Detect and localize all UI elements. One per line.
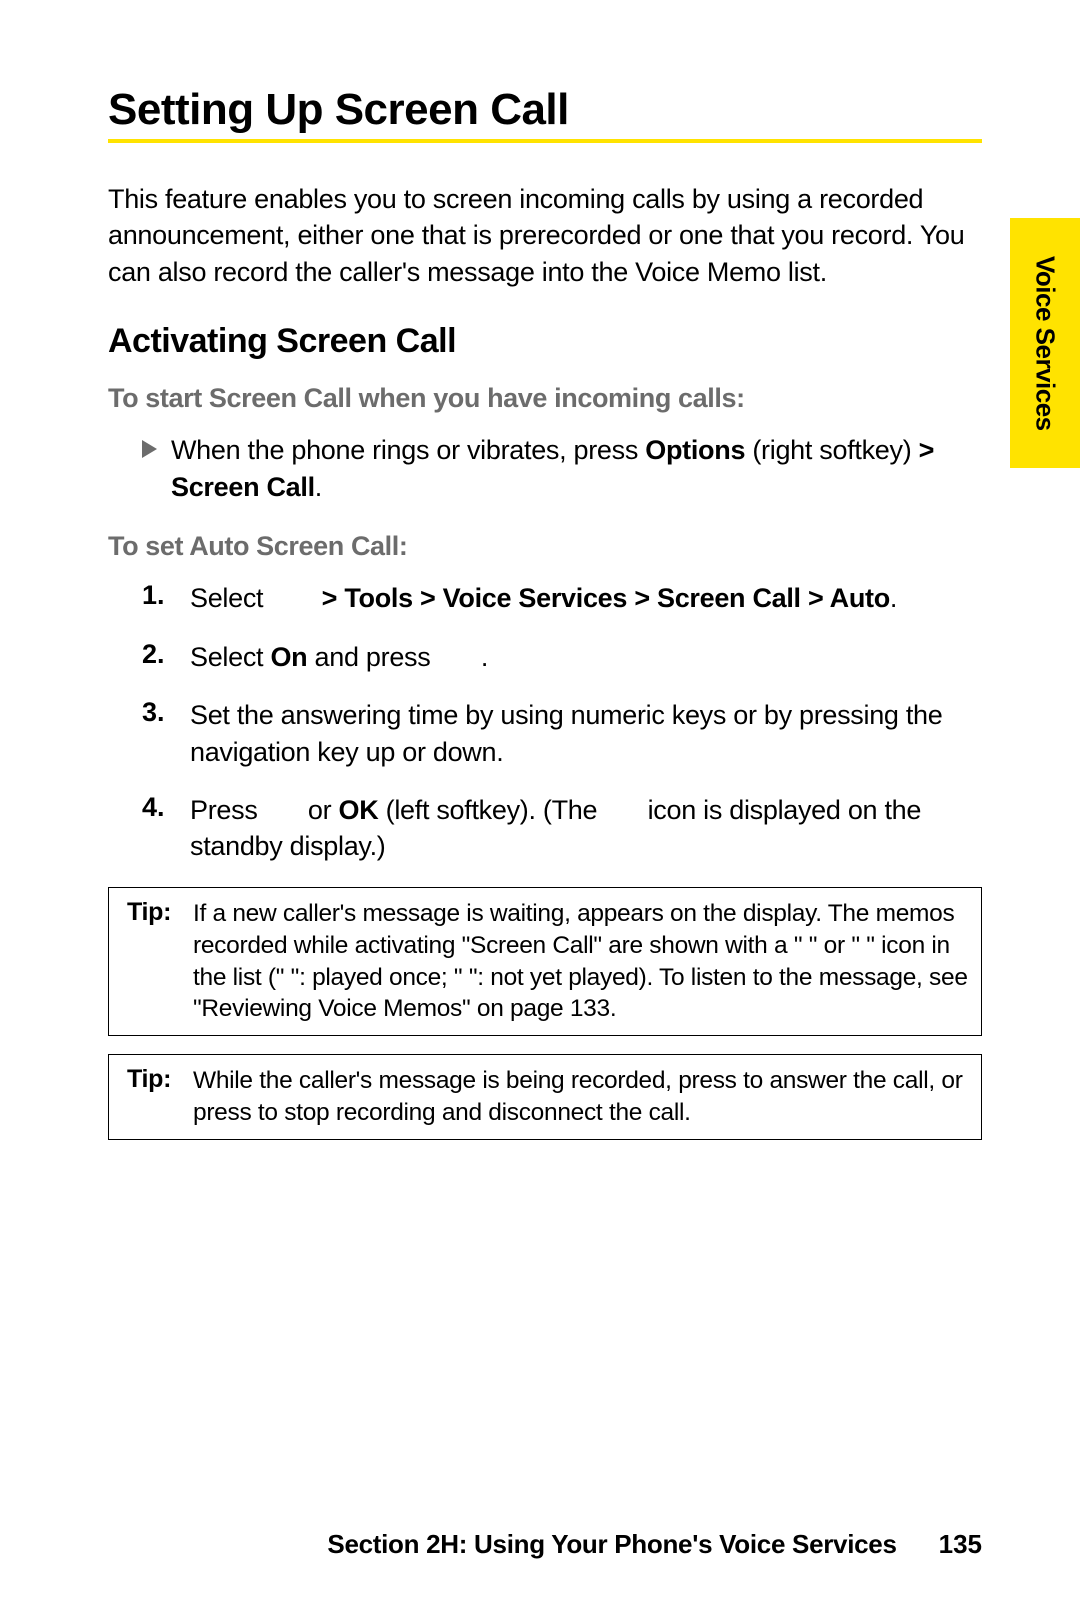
step-text: Select On and press . [190, 639, 488, 675]
tip-content: If a new caller's message is waiting, ap… [193, 888, 981, 1035]
bullet-text: When the phone rings or vibrates, press … [171, 432, 982, 505]
page-number: 135 [939, 1529, 982, 1560]
step-number: 1. [142, 580, 176, 616]
bullet-item: When the phone rings or vibrates, press … [108, 432, 982, 505]
text-part: or [301, 795, 339, 825]
list-item: 1. Select > Tools > Voice Services > Scr… [142, 580, 982, 616]
text-part: Select [190, 583, 270, 613]
step-text: Set the answering time by using numeric … [190, 697, 982, 770]
tip-label: Tip: [109, 1055, 193, 1139]
text-bold: OK [339, 795, 379, 825]
text-bold: Options [645, 435, 745, 465]
list-item: 2. Select On and press . [142, 639, 982, 675]
text-bold: On [270, 642, 307, 672]
sub-heading: Activating Screen Call [108, 322, 982, 361]
text-bold: > Tools > Voice Services > Screen Call >… [314, 583, 889, 613]
tip-label: Tip: [109, 888, 193, 1035]
text-part: Press [190, 795, 265, 825]
numbered-list: 1. Select > Tools > Voice Services > Scr… [108, 580, 982, 865]
text-part: . [890, 583, 897, 613]
side-tab-label: Voice Services [1030, 256, 1061, 431]
step-number: 2. [142, 639, 176, 675]
tip-box: Tip: While the caller's message is being… [108, 1054, 982, 1140]
text-part: and press [307, 642, 437, 672]
step-number: 3. [142, 697, 176, 770]
intro-paragraph: This feature enables you to screen incom… [108, 181, 982, 290]
step-text: Press or OK (left softkey). (The icon is… [190, 792, 982, 865]
heading-underline [108, 139, 982, 143]
page-title: Setting Up Screen Call [108, 85, 982, 135]
page-content: Setting Up Screen Call This feature enab… [0, 0, 1080, 1200]
footer-section-label: Section 2H: Using Your Phone's Voice Ser… [327, 1529, 896, 1560]
text-part: Select [190, 642, 270, 672]
text-part: . [474, 642, 488, 672]
text-part: (left softkey). (The [378, 795, 604, 825]
tip-content: While the caller's message is being reco… [193, 1055, 981, 1139]
side-tab: Voice Services [1010, 218, 1080, 468]
list-item: 4. Press or OK (left softkey). (The icon… [142, 792, 982, 865]
text-part: (right softkey) [745, 435, 918, 465]
instruction-lead-2: To set Auto Screen Call: [108, 531, 982, 562]
triangle-bullet-icon [142, 440, 157, 458]
text-part: When the phone rings or vibrates, press [171, 435, 645, 465]
step-number: 4. [142, 792, 176, 865]
text-part: . [315, 472, 322, 502]
tip-box: Tip: If a new caller's message is waitin… [108, 887, 982, 1036]
page-footer: Section 2H: Using Your Phone's Voice Ser… [108, 1529, 982, 1560]
list-item: 3. Set the answering time by using numer… [142, 697, 982, 770]
instruction-lead-1: To start Screen Call when you have incom… [108, 383, 982, 414]
step-text: Select > Tools > Voice Services > Screen… [190, 580, 897, 616]
